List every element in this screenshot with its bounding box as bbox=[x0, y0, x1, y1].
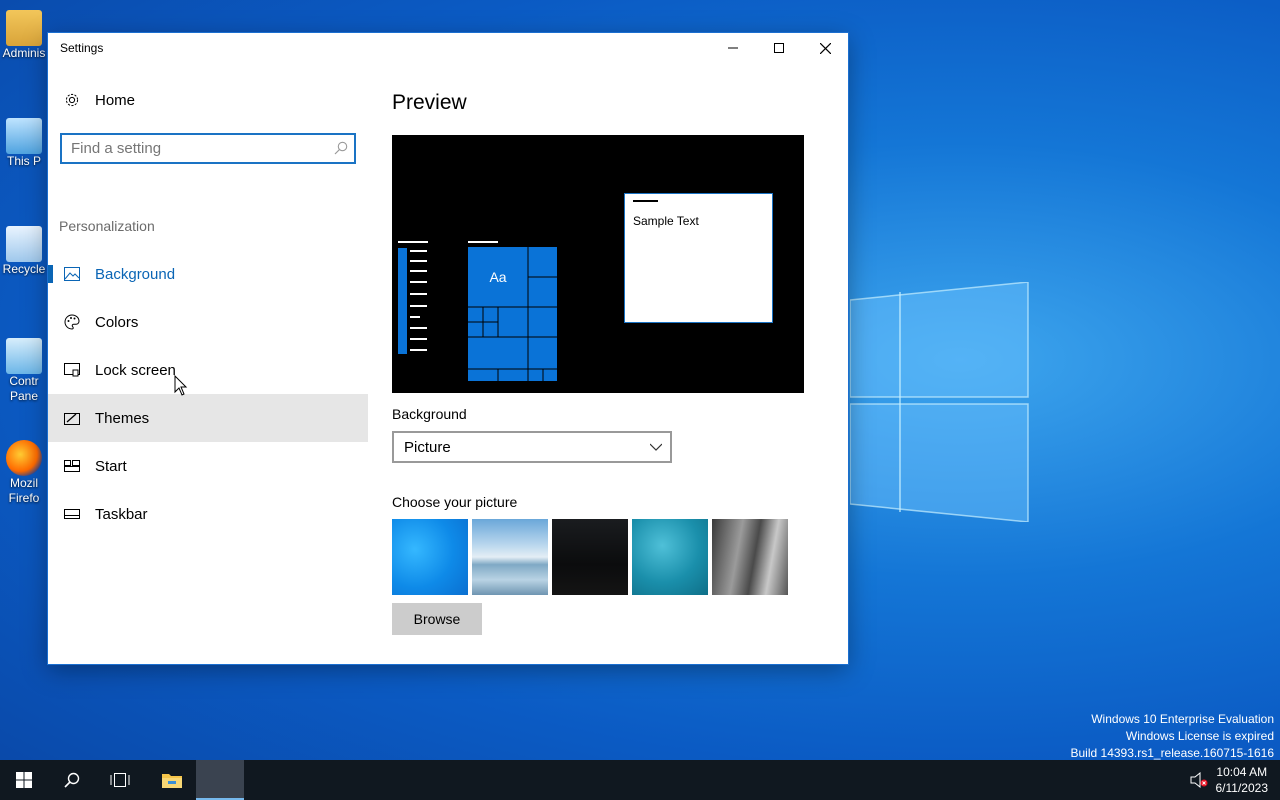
nav-item-background[interactable]: Background bbox=[48, 250, 368, 298]
nav-item-themes[interactable]: Themes bbox=[48, 394, 368, 442]
nav-item-label: Themes bbox=[95, 409, 150, 427]
settings-nav: Home Personalization Background Colors bbox=[48, 63, 368, 663]
maximize-button[interactable] bbox=[756, 33, 802, 63]
maximize-icon bbox=[774, 43, 784, 53]
themes-icon bbox=[64, 410, 80, 426]
search-icon[interactable] bbox=[334, 141, 348, 155]
file-explorer-button[interactable] bbox=[148, 760, 196, 800]
minimize-button[interactable] bbox=[710, 33, 756, 63]
folder-icon bbox=[162, 774, 182, 788]
nav-item-lock-screen[interactable]: Lock screen bbox=[48, 346, 368, 394]
picture-thumbnail-windows-blue[interactable] bbox=[392, 519, 468, 595]
nav-home-label: Home bbox=[95, 91, 136, 109]
preview-sample-window: Sample Text bbox=[624, 193, 773, 323]
preview-tile-text: Aa bbox=[489, 269, 507, 285]
search-input[interactable] bbox=[71, 140, 321, 157]
picture-thumbnails bbox=[392, 519, 792, 595]
nav-item-taskbar[interactable]: Taskbar bbox=[48, 490, 368, 538]
lock-screen-icon bbox=[64, 362, 80, 378]
gear-icon bbox=[65, 93, 79, 107]
desktop-icon-firefox[interactable]: Mozil Firefo bbox=[0, 440, 48, 506]
taskbar-search-button[interactable] bbox=[48, 760, 96, 800]
title-bar[interactable]: Settings bbox=[48, 33, 848, 63]
chevron-down-icon bbox=[650, 443, 662, 451]
page-title: Preview bbox=[392, 91, 467, 114]
watermark-line: Windows 10 Enterprise Evaluation bbox=[1091, 712, 1274, 726]
start-layout-icon bbox=[64, 458, 80, 474]
start-button[interactable] bbox=[0, 760, 48, 800]
picture-icon bbox=[64, 266, 80, 282]
desktop-icon-label: Contr Pane bbox=[9, 374, 39, 403]
nav-item-label: Colors bbox=[95, 313, 139, 331]
section-header: Personalization bbox=[59, 218, 155, 234]
settings-taskbar-button[interactable] bbox=[196, 760, 244, 800]
desktop-icon-recycle-bin[interactable]: Recycle bbox=[0, 226, 48, 277]
taskbar-icon bbox=[64, 506, 80, 522]
task-view-icon bbox=[110, 773, 130, 787]
nav-item-colors[interactable]: Colors bbox=[48, 298, 368, 346]
picture-thumbnail-night[interactable] bbox=[552, 519, 628, 595]
nav-item-label: Lock screen bbox=[95, 361, 176, 379]
background-dropdown-value: Picture bbox=[404, 438, 451, 456]
desktop-icon-this-pc[interactable]: This P bbox=[0, 118, 48, 169]
volume-muted-icon[interactable] bbox=[1190, 772, 1208, 788]
close-icon bbox=[819, 42, 831, 54]
desktop-icon-label: This P bbox=[6, 154, 41, 168]
minimize-icon bbox=[728, 47, 738, 49]
windows-start-icon bbox=[16, 772, 32, 788]
desktop-preview: Aa Sample Text bbox=[392, 135, 804, 393]
nav-item-label: Taskbar bbox=[95, 505, 148, 523]
nav-home[interactable]: Home bbox=[48, 85, 368, 115]
picture-thumbnail-underwater[interactable] bbox=[632, 519, 708, 595]
background-dropdown[interactable]: Picture bbox=[392, 431, 672, 463]
windows-logo-wallpaper bbox=[850, 282, 1029, 522]
control-panel-icon bbox=[6, 338, 42, 374]
background-settings-pane: Preview Aa Sample Text Background Pictur… bbox=[392, 63, 832, 663]
background-label: Background bbox=[392, 406, 467, 422]
desktop-icon-control-panel[interactable]: Contr Pane bbox=[0, 338, 48, 404]
settings-window: Settings Home Personalization bbox=[48, 33, 848, 664]
clock[interactable]: 10:04 AM 6/11/2023 bbox=[1216, 764, 1269, 796]
palette-icon bbox=[64, 314, 80, 330]
desktop-icon-label: Mozil Firefo bbox=[8, 476, 40, 505]
task-view-button[interactable] bbox=[96, 760, 144, 800]
choose-picture-label: Choose your picture bbox=[392, 494, 518, 510]
computer-icon bbox=[6, 118, 42, 154]
nav-item-start[interactable]: Start bbox=[48, 442, 368, 490]
browse-button[interactable]: Browse bbox=[392, 603, 482, 635]
watermark-line: Windows License is expired bbox=[1125, 729, 1274, 743]
picture-thumbnail-beach[interactable] bbox=[472, 519, 548, 595]
desktop-icon-label: Recycle bbox=[2, 262, 46, 276]
firefox-icon bbox=[6, 440, 42, 476]
search-box[interactable] bbox=[60, 133, 356, 164]
nav-item-label: Background bbox=[95, 265, 176, 283]
clock-time: 10:04 AM bbox=[1216, 765, 1268, 779]
taskbar: 10:04 AM 6/11/2023 bbox=[0, 760, 1280, 800]
sample-text: Sample Text bbox=[633, 214, 699, 228]
close-button[interactable] bbox=[802, 33, 848, 63]
windows-watermark: Windows 10 Enterprise Evaluation Windows… bbox=[1071, 711, 1275, 762]
search-icon bbox=[64, 772, 80, 788]
desktop-icon-administrator[interactable]: Adminis bbox=[0, 10, 48, 61]
desktop-icon-label: Adminis bbox=[2, 46, 46, 60]
picture-thumbnail-rock[interactable] bbox=[712, 519, 788, 595]
mouse-cursor-icon bbox=[174, 375, 188, 396]
recycle-bin-icon bbox=[6, 226, 42, 262]
clock-date: 6/11/2023 bbox=[1215, 781, 1269, 795]
window-title: Settings bbox=[60, 41, 104, 55]
nav-item-label: Start bbox=[95, 457, 127, 475]
user-folder-icon bbox=[6, 10, 42, 46]
